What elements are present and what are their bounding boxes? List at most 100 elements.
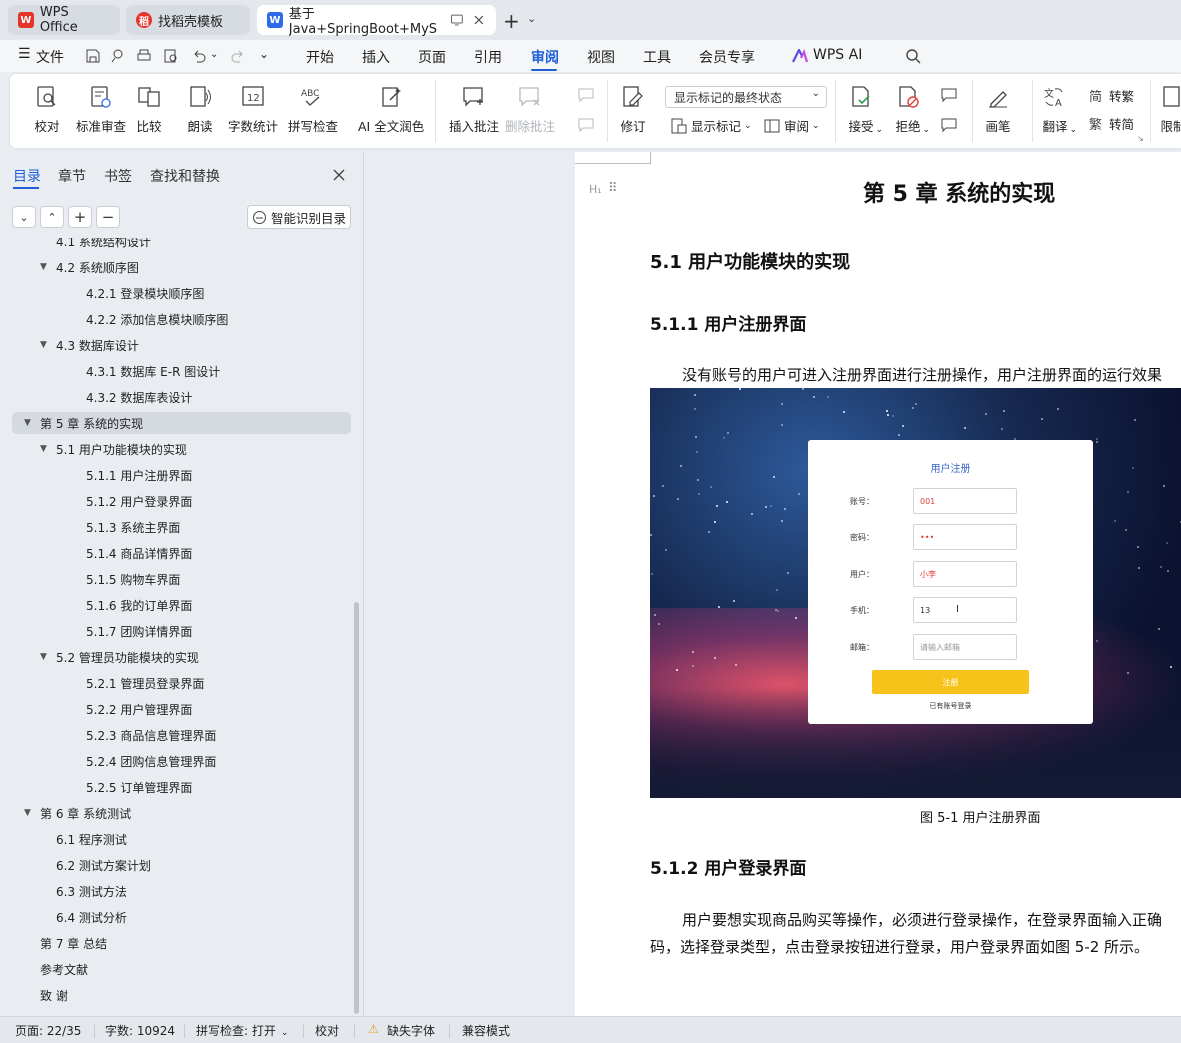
toc-item[interactable]: ▼ 5.1 用户功能模块的实现 [40, 438, 187, 460]
password-field[interactable]: ••• [913, 524, 1017, 550]
ribbon-expand-icon[interactable]: ↘ [1137, 134, 1144, 143]
collapse-caret-icon[interactable]: ▼ [40, 340, 52, 350]
collapse-caret-icon[interactable]: ▼ [40, 262, 52, 272]
toc-item[interactable]: 5.1.2 用户登录界面 [56, 490, 192, 512]
read-aloud-button[interactable]: 朗读 [187, 84, 213, 135]
menu-wps-ai[interactable]: WPS AI [813, 47, 862, 63]
menu-references[interactable]: 引用 [474, 47, 502, 67]
tab-toc[interactable]: 目录 [13, 166, 41, 186]
spell-check-status[interactable]: 拼写检查: 打开 ⌄ [196, 1022, 288, 1039]
close-tab-icon[interactable] [472, 13, 486, 27]
pen-button[interactable]: 画笔 [985, 84, 1011, 135]
menu-review[interactable]: 审阅 [531, 47, 559, 67]
remove-heading-button[interactable]: − [96, 206, 120, 228]
tab-bookmarks[interactable]: 书签 [104, 166, 132, 186]
review-pane-button[interactable]: 审阅 ⌄ [763, 116, 820, 135]
collapse-caret-icon[interactable]: ▼ [24, 418, 36, 428]
menu-page[interactable]: 页面 [418, 47, 446, 67]
toc-item[interactable]: 致 谢 [24, 984, 68, 1006]
phone-field[interactable]: 13 I [913, 597, 1017, 623]
close-pane-icon[interactable] [332, 168, 346, 182]
spell-check-button[interactable]: ABC 拼写检查 [288, 84, 338, 135]
word-count-button[interactable]: 12 字数统计 [228, 84, 278, 135]
menu-view[interactable]: 视图 [587, 47, 615, 67]
add-heading-button[interactable]: + [68, 206, 92, 228]
toc-item[interactable]: 6.2 测试方案计划 [40, 854, 151, 876]
heading-style-icon[interactable]: H₁ [589, 183, 602, 196]
insert-comment-button[interactable]: 插入批注 [449, 84, 499, 135]
menu-tools[interactable]: 工具 [643, 47, 671, 67]
track-changes-button[interactable]: 修订 [620, 84, 646, 135]
to-traditional-button[interactable]: 简 转繁 [1088, 86, 1134, 105]
toc-item[interactable]: 6.1 程序测试 [40, 828, 127, 850]
show-markup-button[interactable]: 显示标记 ⌄ [670, 116, 752, 135]
tab-docer-templates[interactable]: 稻 找稻壳模板 [126, 5, 250, 35]
collapse-all-button[interactable]: ⌄ [12, 206, 36, 228]
smart-toc-button[interactable]: 智能识别目录 [247, 205, 351, 229]
toc-item[interactable]: 5.1.4 商品详情界面 [56, 542, 192, 564]
toc-item[interactable]: 6.3 测试方法 [40, 880, 127, 902]
redo-icon[interactable] [230, 48, 246, 64]
toc-item[interactable]: 5.1.1 用户注册界面 [56, 464, 192, 486]
print-preview-icon[interactable] [163, 48, 179, 64]
tab-document[interactable]: W 基于Java+SpringBoot+MyS [257, 5, 496, 37]
toc-item[interactable]: 6.4 测试分析 [40, 906, 127, 928]
proofread-button[interactable]: 校对 [34, 84, 60, 135]
print-icon[interactable] [136, 48, 152, 64]
drag-handle-icon[interactable]: ⠿ [608, 181, 617, 196]
tab-find-replace[interactable]: 查找和替换 [150, 166, 220, 186]
toc-item[interactable]: 5.1.6 我的订单界面 [56, 594, 192, 616]
translate-button[interactable]: 文A 翻译 ⌄ [1042, 84, 1077, 135]
menu-member[interactable]: 会员专享 [699, 47, 755, 67]
missing-font-status[interactable]: 缺失字体 [387, 1022, 435, 1039]
toc-item[interactable]: 5.2.5 订单管理界面 [56, 776, 192, 798]
tab-sections[interactable]: 章节 [58, 166, 86, 186]
tab-list-chevron-icon[interactable]: ⌄ [527, 12, 536, 25]
expand-up-button[interactable]: ⌃ [40, 206, 64, 228]
accept-button[interactable]: 接受 ⌄ [848, 84, 883, 135]
ai-polish-button[interactable]: AI 全文润色 [358, 84, 424, 135]
compare-button[interactable]: 比较 [136, 84, 162, 135]
new-tab-icon[interactable]: + [503, 9, 520, 33]
email-field[interactable]: 请输入邮箱 [913, 634, 1017, 660]
toc-item[interactable]: 4.3.2 数据库表设计 [56, 386, 192, 408]
toc-item[interactable]: 参考文献 [24, 958, 88, 980]
to-simplified-button[interactable]: 繁 转简 [1088, 114, 1134, 133]
quick-access-more-icon[interactable]: ⌄ [259, 47, 269, 61]
menu-home[interactable]: 开始 [306, 47, 334, 67]
previous-comment-icon[interactable] [577, 86, 595, 104]
collapse-caret-icon[interactable]: ▼ [40, 652, 52, 662]
reject-button[interactable]: 拒绝 ⌄ [895, 84, 930, 135]
toc-item[interactable]: 5.2.3 商品信息管理界面 [56, 724, 216, 746]
toc-item[interactable]: ▼ 4.2 系统顺序图 [40, 256, 139, 278]
monitor-icon[interactable] [450, 13, 464, 27]
collapse-caret-icon[interactable]: ▼ [40, 444, 52, 454]
standard-review-button[interactable]: 标准审查 [76, 84, 126, 135]
toc-item[interactable]: 5.2.2 用户管理界面 [56, 698, 192, 720]
hamburger-icon[interactable]: ☰ [18, 46, 31, 62]
toc-item[interactable]: 4.3.1 数据库 E-R 图设计 [56, 360, 220, 382]
toc-item[interactable]: 5.2.1 管理员登录界面 [56, 672, 204, 694]
next-change-icon[interactable] [940, 116, 958, 134]
page-indicator[interactable]: 页面: 22/35 [15, 1022, 81, 1039]
collapse-caret-icon[interactable]: ▼ [24, 808, 36, 818]
toc-item[interactable]: ▼ 4.3 数据库设计 [40, 334, 139, 356]
previous-change-icon[interactable] [940, 86, 958, 104]
toc-item[interactable]: 4.1 系统结构设计 [40, 238, 151, 252]
save-icon[interactable] [85, 48, 101, 64]
toc-item[interactable]: 4.2.1 登录模块顺序图 [56, 282, 204, 304]
next-comment-icon[interactable] [577, 116, 595, 134]
username-field[interactable]: 小李 [913, 561, 1017, 587]
toc-item[interactable]: ▼ 第 5 章 系统的实现 [12, 412, 351, 434]
markup-state-select[interactable]: 显示标记的最终状态 ⌄ [665, 86, 827, 108]
format-painter-icon[interactable] [110, 48, 126, 64]
login-link[interactable]: 已有账号登录 [808, 701, 1093, 711]
toc-item[interactable]: ▼ 第 6 章 系统测试 [24, 802, 131, 824]
register-button[interactable]: 注册 [872, 670, 1029, 694]
menu-file[interactable]: 文件 [36, 47, 64, 67]
proofread-status[interactable]: 校对 [315, 1022, 339, 1039]
toc-item[interactable]: 第 7 章 总结 [24, 932, 107, 954]
toc-item[interactable]: 5.1.7 团购详情界面 [56, 620, 192, 642]
search-icon[interactable] [905, 48, 921, 64]
restrict-editing-button[interactable]: 限制 [1160, 84, 1181, 135]
